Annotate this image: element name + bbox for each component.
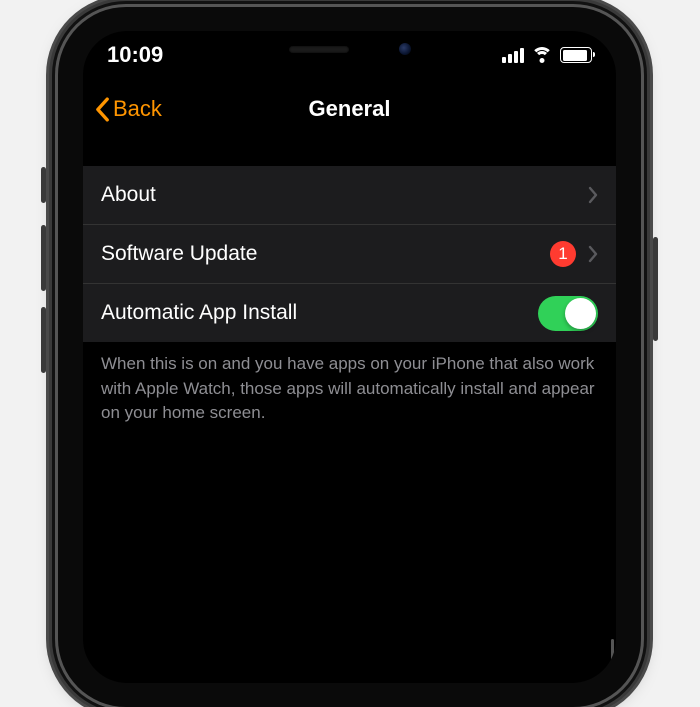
notch — [235, 31, 465, 67]
hw-volume-up — [41, 225, 46, 291]
content: About Software Update 1 Automatic App In… — [83, 166, 616, 426]
front-camera — [399, 43, 411, 55]
cellular-icon — [502, 48, 524, 63]
hw-volume-down — [41, 307, 46, 373]
row-label: About — [101, 183, 588, 207]
row-label: Automatic App Install — [101, 301, 538, 325]
scrollbar-indicator — [611, 639, 614, 677]
wifi-icon — [531, 47, 553, 63]
battery-icon — [560, 47, 592, 63]
status-time: 10:09 — [107, 42, 163, 68]
device-frame: 10:09 Back General About — [58, 7, 641, 707]
row-about[interactable]: About — [83, 166, 616, 225]
speaker-grille — [289, 46, 349, 53]
hw-side-button — [653, 237, 658, 341]
screen: 10:09 Back General About — [83, 31, 616, 683]
chevron-left-icon — [93, 97, 111, 122]
group-footer-text: When this is on and you have apps on you… — [83, 342, 616, 426]
chevron-right-icon — [588, 186, 598, 204]
chevron-right-icon — [588, 245, 598, 263]
settings-group: About Software Update 1 Automatic App In… — [83, 166, 616, 342]
back-label: Back — [113, 96, 162, 122]
nav-bar: Back General — [83, 83, 616, 135]
notification-badge: 1 — [550, 241, 576, 267]
hw-switch — [41, 167, 46, 203]
back-button[interactable]: Back — [93, 96, 162, 122]
row-automatic-app-install: Automatic App Install — [83, 284, 616, 342]
row-software-update[interactable]: Software Update 1 — [83, 225, 616, 284]
toggle-switch-on[interactable] — [538, 296, 598, 331]
page-title: General — [309, 96, 391, 122]
row-label: Software Update — [101, 242, 550, 266]
